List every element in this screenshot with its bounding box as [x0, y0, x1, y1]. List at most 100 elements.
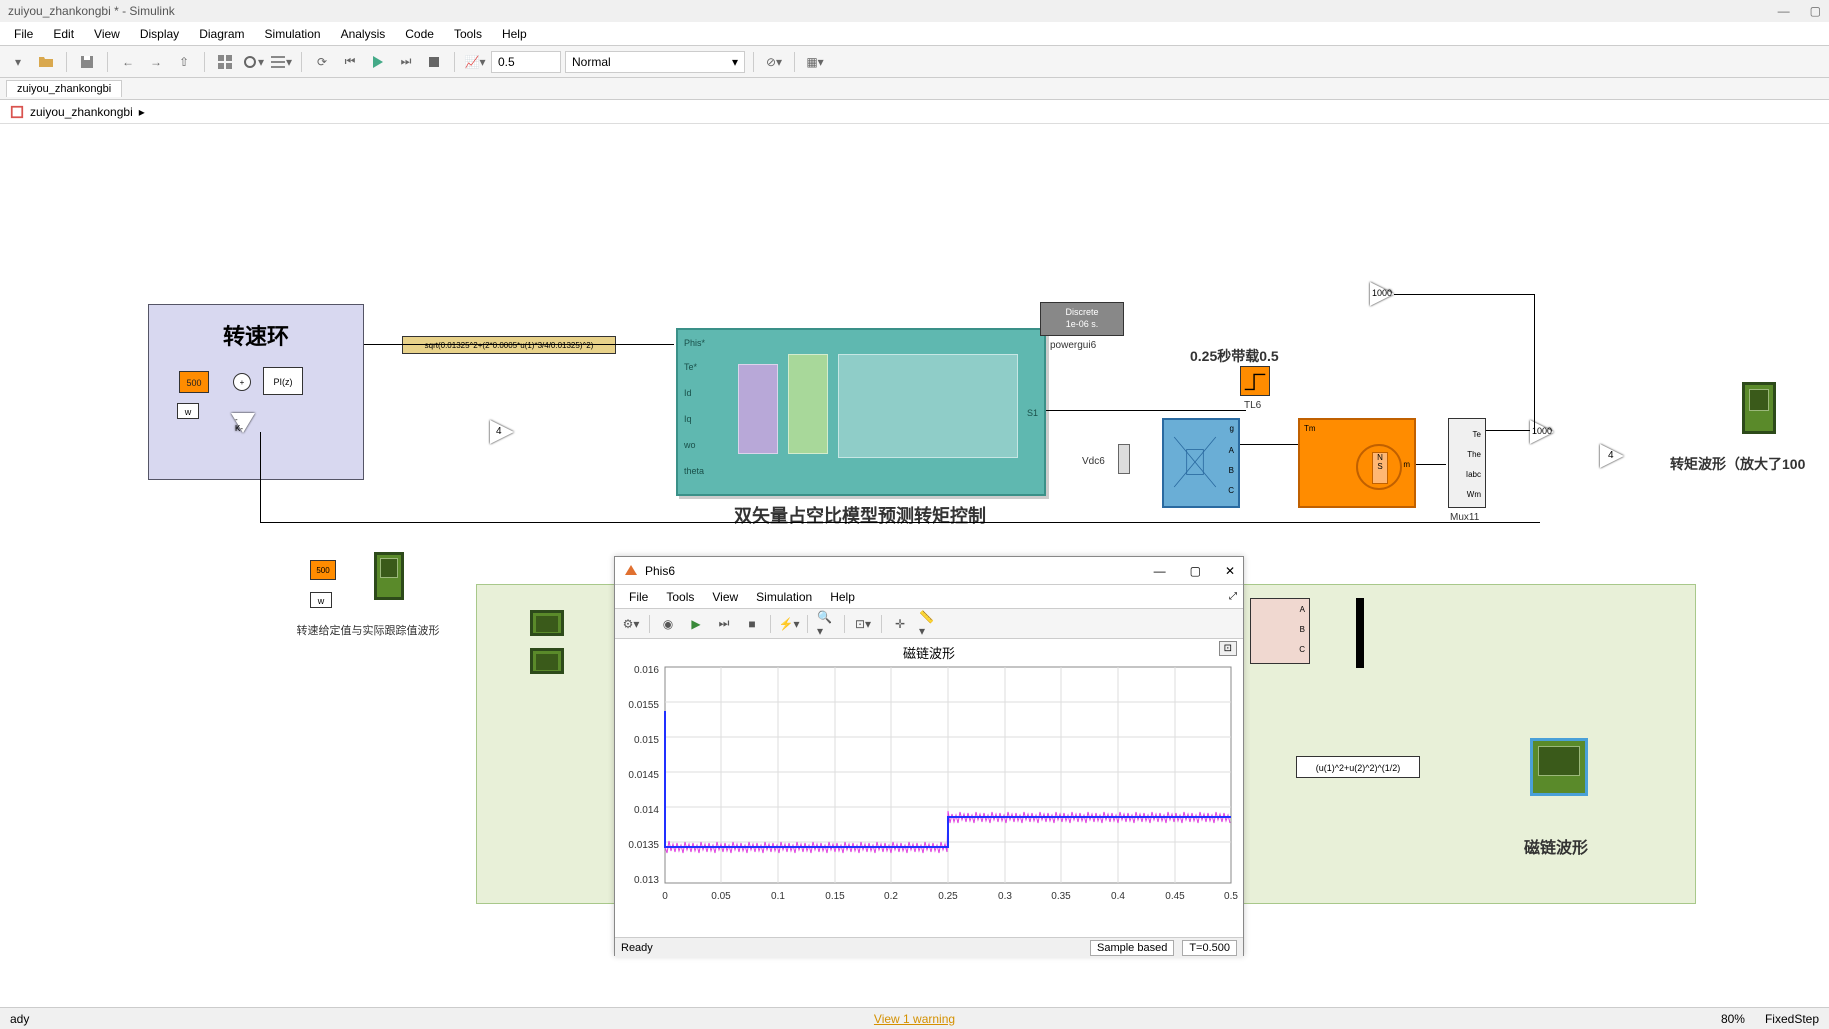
- scope-menu-tools[interactable]: Tools: [658, 588, 702, 606]
- run-button[interactable]: [366, 50, 390, 74]
- menu-tools[interactable]: Tools: [444, 25, 492, 43]
- open-button[interactable]: [34, 50, 58, 74]
- flux-fcn-block[interactable]: (u(1)^2+u(2)^2)^(1/2): [1296, 756, 1420, 778]
- mux-bar[interactable]: [1356, 598, 1364, 668]
- scope-float-button[interactable]: ⊡: [1219, 641, 1237, 656]
- flux-scope[interactable]: [1530, 738, 1588, 796]
- config-button[interactable]: ▾: [241, 50, 265, 74]
- menu-display[interactable]: Display: [130, 25, 189, 43]
- scope-run-button[interactable]: ▶: [686, 614, 706, 634]
- status-zoom[interactable]: 80%: [1721, 1012, 1745, 1026]
- menu-edit[interactable]: Edit: [43, 25, 84, 43]
- scope-close-button[interactable]: ✕: [1225, 564, 1235, 578]
- stop-button[interactable]: [422, 50, 446, 74]
- predictive-control-subsystem[interactable]: Phis* Te* Id Iq wo theta S1: [676, 328, 1046, 496]
- mux-block[interactable]: Te The Iabc Wm: [1448, 418, 1486, 508]
- constant-500-b[interactable]: 500: [310, 560, 336, 580]
- build-button[interactable]: ▦▾: [803, 50, 827, 74]
- input-w-b[interactable]: w: [310, 592, 332, 608]
- fastrestart-button[interactable]: ⟳: [310, 50, 334, 74]
- gain-4[interactable]: 4: [490, 420, 514, 444]
- stepforward-button[interactable]: ⏭: [394, 50, 418, 74]
- explorer-button[interactable]: ▾: [269, 50, 293, 74]
- inverter-block[interactable]: g A B C: [1162, 418, 1240, 508]
- stoptime-field[interactable]: 0.5: [491, 51, 561, 73]
- menu-file[interactable]: File: [4, 25, 43, 43]
- speed-scope[interactable]: [374, 552, 404, 600]
- igbt-icon: [1170, 432, 1220, 492]
- gain-k[interactable]: -K-: [231, 413, 255, 433]
- svg-text:0.35: 0.35: [1051, 891, 1071, 902]
- scope-trigger-button[interactable]: ⚡▾: [779, 614, 799, 634]
- input-w[interactable]: w: [177, 403, 199, 419]
- scope-plot-area[interactable]: ⊡ 磁链波形 0.016 0.0155 0.015 0.0145 0.014 0…: [615, 639, 1243, 937]
- powergui-block[interactable]: Discrete 1e-06 s.: [1040, 302, 1124, 336]
- scope-zoom-button[interactable]: 🔍▾: [816, 614, 836, 634]
- sum-block[interactable]: +: [233, 373, 251, 391]
- vdc-source[interactable]: [1118, 444, 1130, 474]
- menu-help[interactable]: Help: [492, 25, 537, 43]
- new-button[interactable]: ▾: [6, 50, 30, 74]
- model-tab[interactable]: zuiyou_zhankongbi: [6, 80, 122, 97]
- mini-scope-1[interactable]: [530, 610, 564, 636]
- gain-1000-a[interactable]: 1000: [1370, 282, 1394, 306]
- scope-minimize-button[interactable]: —: [1154, 564, 1166, 578]
- svg-text:0.3: 0.3: [998, 891, 1012, 902]
- menu-view[interactable]: View: [84, 25, 130, 43]
- gain-4-b[interactable]: 4: [1600, 444, 1624, 468]
- up-button[interactable]: ⇧: [172, 50, 196, 74]
- scope-autoscale-button[interactable]: ⊡▾: [853, 614, 873, 634]
- scope-titlebar[interactable]: Phis6 — ▢ ✕: [615, 557, 1243, 585]
- scope-measure-button[interactable]: 📏▾: [918, 614, 938, 634]
- svg-text:0.2: 0.2: [884, 891, 898, 902]
- scope-menu-file[interactable]: File: [621, 588, 656, 606]
- scope-menu-help[interactable]: Help: [822, 588, 863, 606]
- menu-analysis[interactable]: Analysis: [331, 25, 396, 43]
- constant-500[interactable]: 500: [179, 371, 209, 393]
- scope-menu-view[interactable]: View: [704, 588, 746, 606]
- menu-diagram[interactable]: Diagram: [189, 25, 254, 43]
- scope-maximize-button[interactable]: ▢: [1190, 564, 1201, 578]
- deploy-button[interactable]: ⊘▾: [762, 50, 786, 74]
- signal-button[interactable]: 📈▾: [463, 50, 487, 74]
- statusbar: ady View 1 warning 80% FixedStep: [0, 1007, 1829, 1029]
- pi-controller[interactable]: PI(z): [263, 367, 303, 395]
- mode-select[interactable]: Normal▾: [565, 51, 745, 73]
- scope-toolbar: ⚙▾ ◉ ▶ ⏭ ■ ⚡▾ 🔍▾ ⊡▾ ✛ 📏▾: [615, 609, 1243, 639]
- status-solver[interactable]: FixedStep: [1765, 1012, 1819, 1026]
- port-te: Te*: [684, 362, 697, 372]
- step-block[interactable]: [1240, 366, 1270, 396]
- torque-scope[interactable]: [1742, 382, 1776, 434]
- status-ready: ady: [10, 1012, 29, 1026]
- forward-button[interactable]: →: [144, 50, 168, 74]
- play-icon: ▶: [691, 617, 700, 631]
- scope-stop-button[interactable]: ■: [742, 614, 762, 634]
- model-canvas[interactable]: 转速环 500 w + PI(z) -K- sqrt(0.01325^2+(2*…: [0, 124, 1829, 974]
- stepback-button[interactable]: ⏮: [338, 50, 362, 74]
- back-button[interactable]: ←: [116, 50, 140, 74]
- status-warning-link[interactable]: View 1 warning: [874, 1012, 955, 1026]
- speed-loop-subsystem[interactable]: 转速环 500 w + PI(z) -K-: [148, 304, 364, 480]
- menu-code[interactable]: Code: [395, 25, 444, 43]
- scope-highlight-button[interactable]: ◉: [658, 614, 678, 634]
- motor-block[interactable]: Tm m NS: [1298, 418, 1416, 508]
- save-button[interactable]: [75, 50, 99, 74]
- port-theta: theta: [684, 466, 704, 476]
- library-button[interactable]: [213, 50, 237, 74]
- abc-transform[interactable]: A B C: [1250, 598, 1310, 664]
- fcn-block[interactable]: sqrt(0.01325^2+(2*0.0005*u(1)*3/4/0.0132…: [402, 336, 616, 354]
- minimize-button[interactable]: —: [1778, 4, 1790, 18]
- flux-scope-label: 磁链波形: [1524, 834, 1588, 858]
- mini-scope-2[interactable]: [530, 648, 564, 674]
- scope-anchor-icon[interactable]: ⤢: [1229, 591, 1237, 602]
- gear-icon: ⚙: [623, 617, 634, 631]
- menu-simulation[interactable]: Simulation: [255, 25, 331, 43]
- scope-window[interactable]: Phis6 — ▢ ✕ File Tools View Simulation H…: [614, 556, 1244, 956]
- breadcrumb-current[interactable]: zuiyou_zhankongbi: [30, 105, 133, 119]
- scope-config-button[interactable]: ⚙▾: [621, 614, 641, 634]
- maximize-button[interactable]: ▢: [1810, 4, 1821, 18]
- svg-text:0.45: 0.45: [1165, 891, 1185, 902]
- scope-step-button[interactable]: ⏭: [714, 614, 734, 634]
- scope-menu-simulation[interactable]: Simulation: [748, 588, 820, 606]
- scope-cursor-button[interactable]: ✛: [890, 614, 910, 634]
